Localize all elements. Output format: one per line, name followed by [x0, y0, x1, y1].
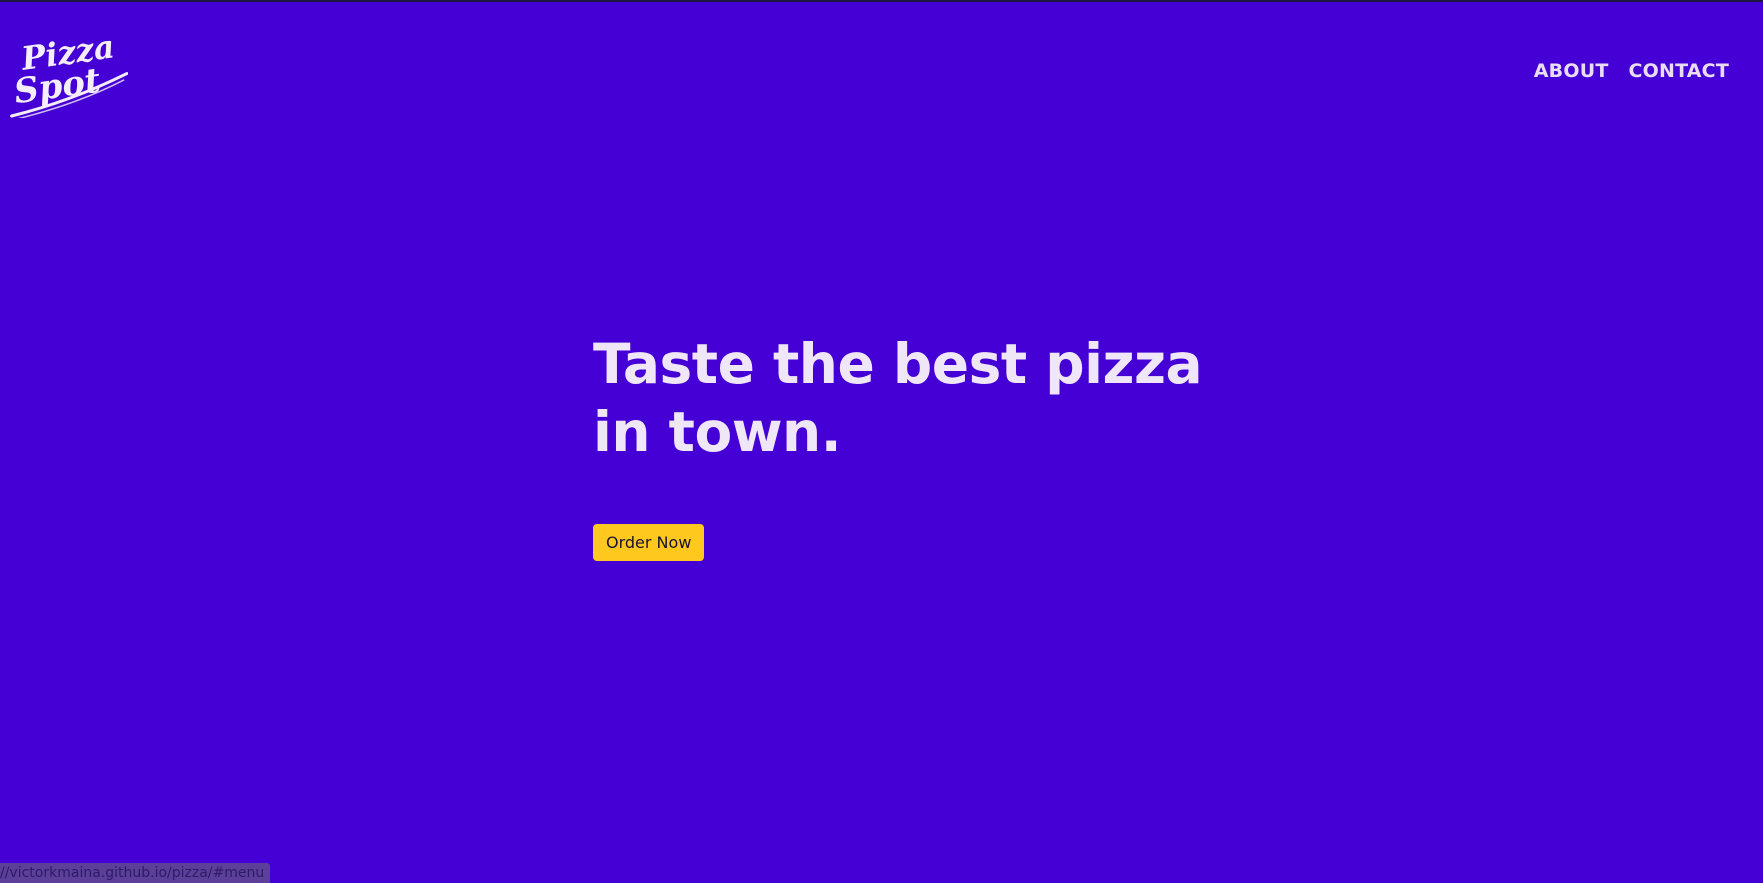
hero-section: Taste the best pizza in town. Order Now: [593, 330, 1233, 561]
main-nav: ABOUT CONTACT: [1534, 60, 1729, 82]
nav-contact-link[interactable]: CONTACT: [1629, 60, 1730, 82]
status-bar-url: //victorkmaina.github.io/pizza/#menu: [0, 863, 271, 883]
hero-title: Taste the best pizza in town.: [593, 330, 1233, 466]
top-border: [0, 0, 1763, 2]
brand-logo[interactable]: Pizza Spot: [4, 26, 128, 118]
hero-title-line2: in town.: [593, 400, 842, 464]
order-now-button[interactable]: Order Now: [593, 524, 705, 561]
hero-title-line1: Taste the best pizza: [593, 332, 1203, 396]
pizza-spot-logo-icon: Pizza Spot: [10, 27, 128, 118]
nav-about-link[interactable]: ABOUT: [1534, 60, 1609, 82]
